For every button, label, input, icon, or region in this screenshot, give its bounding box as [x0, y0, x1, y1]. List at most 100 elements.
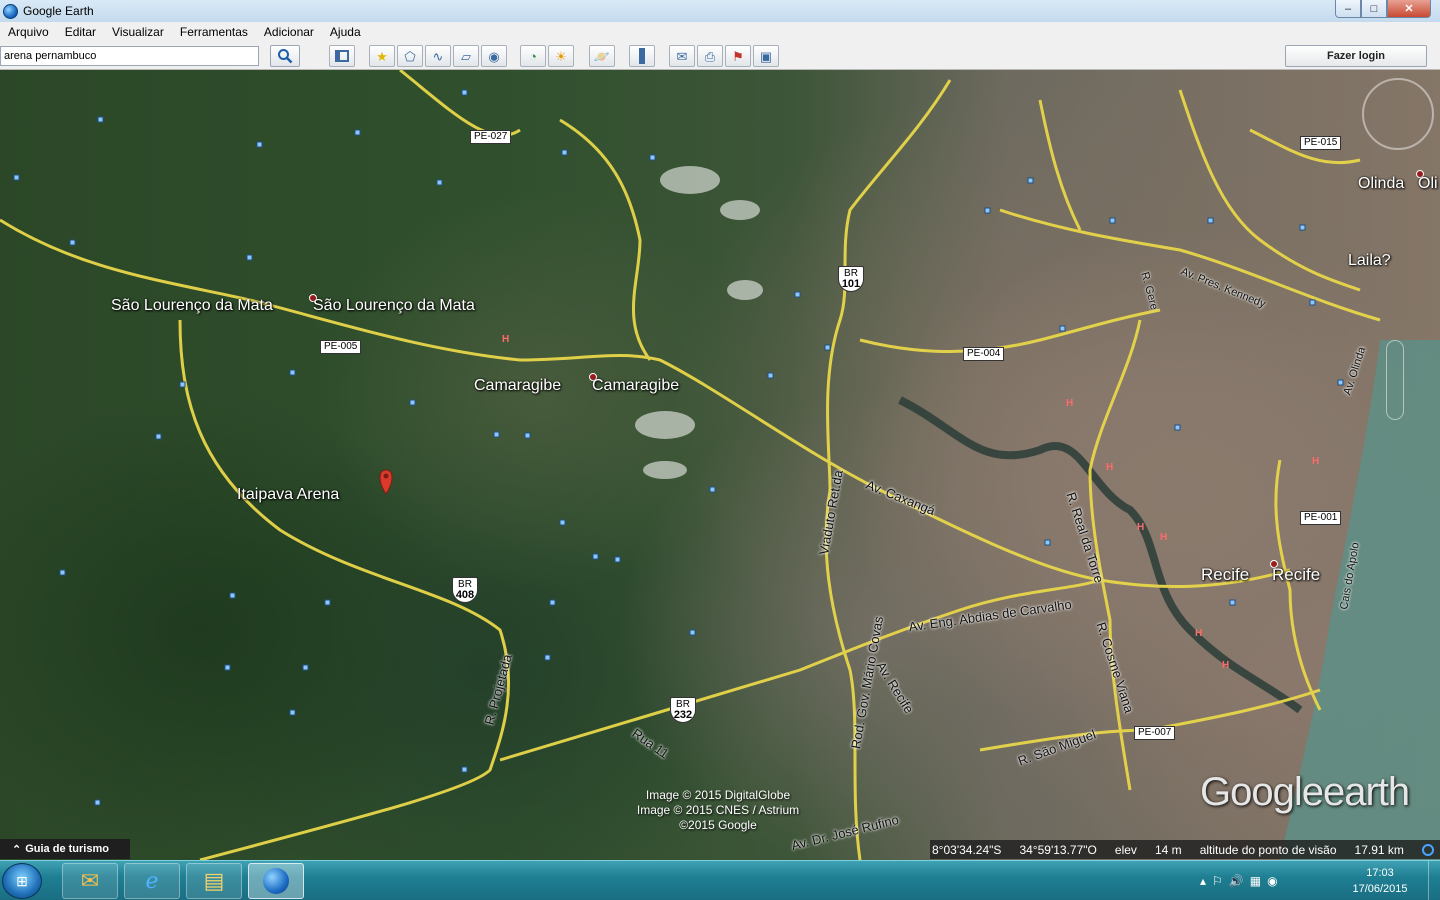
elevation-value: 14 m [1154, 842, 1182, 857]
menu-editar[interactable]: Editar [57, 25, 104, 39]
tour-guide-tab[interactable]: ⌃ Guia de turismo [0, 839, 130, 859]
google-maps-icon: ⚑ [732, 48, 744, 64]
eye-altitude-label: altitude do ponto de visão [1199, 842, 1337, 857]
maximize-button[interactable]: □ [1361, 0, 1387, 18]
place-label[interactable]: Camaragibe [592, 377, 679, 395]
add-image-overlay-button[interactable]: ▱ [453, 45, 479, 67]
place-label[interactable]: Recife [1272, 565, 1320, 585]
place-label[interactable]: Camaragibe [474, 377, 561, 395]
place-label[interactable]: São Lourenço da Mata [111, 297, 273, 315]
clock-date: 17/06/2015 [1352, 883, 1408, 895]
toolbar: ★ ⬠ ∿ ▱ ◉ ◔ ☀ 🪐 ✉ ⎙ ⚑ ▣ Fazer login [0, 42, 1440, 70]
svg-text:H: H [1137, 522, 1144, 533]
volume-icon[interactable]: 🔊 [1229, 874, 1244, 888]
historical-imagery-icon: ◔ [529, 48, 537, 64]
elevation-label: elev [1114, 842, 1137, 857]
login-button[interactable]: Fazer login [1285, 45, 1427, 67]
search-button[interactable] [270, 45, 300, 67]
menu-bar: Arquivo Editar Visualizar Ferramentas Ad… [0, 22, 1440, 42]
planets-button[interactable]: 🪐 [589, 45, 615, 67]
taskbar-outlook[interactable]: ✉ [62, 863, 118, 899]
ruler-icon [639, 48, 645, 64]
window-controls: ‒ □ ✕ [1335, 0, 1431, 18]
menu-arquivo[interactable]: Arquivo [0, 25, 57, 39]
map-view[interactable]: H H H H H H H H São Lourenço da Mata São Loure… [0, 70, 1440, 860]
navigation-compass[interactable] [1362, 78, 1434, 150]
save-image-button[interactable]: ▣ [753, 45, 779, 67]
taskbar-google-earth[interactable] [248, 863, 304, 899]
svg-text:H: H [1106, 462, 1113, 473]
br-shield: BR 408 [452, 577, 478, 603]
chevron-up-icon: ⌃ [12, 843, 22, 856]
print-button[interactable]: ⎙ [697, 45, 723, 67]
taskbar-clock[interactable]: 17:03 17/06/2015 [1345, 865, 1415, 897]
system-tray: ▴ ⚐ 🔊 ▦ ◉ [1200, 861, 1278, 900]
place-label[interactable]: Olinda [1358, 175, 1404, 193]
polygon-icon: ⬠ [404, 48, 416, 64]
view-in-google-maps-button[interactable]: ⚑ [725, 45, 751, 67]
menu-adicionar[interactable]: Adicionar [256, 25, 322, 39]
search-input[interactable] [0, 46, 259, 66]
historical-imagery-button[interactable]: ◔ [520, 45, 546, 67]
file-explorer-icon: ▤ [203, 868, 225, 893]
print-icon: ⎙ [704, 48, 716, 64]
add-placemark-button[interactable]: ★ [369, 45, 395, 67]
add-polygon-button[interactable]: ⬠ [397, 45, 423, 67]
menu-ferramentas[interactable]: Ferramentas [172, 25, 256, 39]
search-icon [278, 49, 293, 64]
location-pin-icon[interactable] [379, 469, 393, 495]
show-desktop-button[interactable] [1428, 861, 1440, 900]
start-button[interactable]: ⊞ [2, 863, 42, 899]
taskbar-file-explorer[interactable]: ▤ [186, 863, 242, 899]
place-label[interactable]: Recife [1201, 565, 1249, 585]
windows-logo-icon: ⊞ [16, 872, 28, 889]
google-earth-icon [3, 3, 18, 19]
network-icon[interactable]: ▦ [1250, 874, 1261, 888]
tray-expand-icon[interactable]: ▴ [1200, 874, 1206, 888]
email-icon: ✉ [676, 48, 688, 64]
ruler-button[interactable] [629, 45, 655, 67]
route-shield: PE-004 [963, 347, 1005, 361]
longitude: 34°59'13.77"O [1019, 842, 1097, 857]
place-label[interactable]: São Lourenço da Mata [313, 297, 475, 315]
svg-text:H: H [1160, 532, 1167, 543]
planets-icon: 🪐 [593, 48, 611, 64]
antivirus-icon[interactable]: ◉ [1267, 874, 1277, 888]
add-path-button[interactable]: ∿ [425, 45, 451, 67]
placemark-icon: ★ [376, 48, 388, 64]
path-icon: ∿ [432, 48, 444, 64]
taskbar-internet-explorer[interactable]: e [124, 863, 180, 899]
svg-text:H: H [1222, 660, 1229, 671]
route-shield: PE-015 [1300, 136, 1342, 150]
streaming-indicator-icon [1421, 843, 1434, 856]
route-shield: PE-001 [1300, 511, 1342, 525]
place-label[interactable]: Oli [1418, 175, 1438, 193]
sidebar-toggle-button[interactable] [329, 45, 355, 67]
itaipava-arena-label[interactable]: Itaipava Arena [237, 486, 339, 504]
close-button[interactable]: ✕ [1387, 0, 1431, 18]
sunlight-button[interactable]: ☀ [548, 45, 574, 67]
br-shield: BR 101 [838, 266, 864, 292]
taskbar: ⊞ ✉ e ▤ ▴ ⚐ 🔊 ▦ ◉ 17:03 17/06/2015 [0, 860, 1440, 900]
place-label[interactable]: Laila? [1348, 252, 1391, 270]
flag-icon[interactable]: ⚐ [1212, 874, 1223, 888]
river [898, 396, 1303, 714]
svg-text:H: H [1312, 456, 1319, 467]
route-shield: PE-027 [470, 130, 512, 144]
clock-time: 17:03 [1366, 867, 1394, 879]
latitude: 8°03'34.24"S [932, 842, 1002, 857]
record-tour-icon: ◉ [488, 48, 500, 64]
email-button[interactable]: ✉ [669, 45, 695, 67]
google-earth-icon [263, 868, 289, 894]
zoom-slider[interactable] [1386, 340, 1404, 420]
minimize-button[interactable]: ‒ [1335, 0, 1361, 18]
title-bar: Google Earth ‒ □ ✕ [0, 0, 1440, 22]
svg-text:H: H [1195, 628, 1202, 639]
route-shield: PE-005 [320, 340, 362, 354]
menu-visualizar[interactable]: Visualizar [104, 25, 172, 39]
record-tour-button[interactable]: ◉ [481, 45, 507, 67]
menu-ajuda[interactable]: Ajuda [322, 25, 369, 39]
svg-text:H: H [502, 334, 509, 345]
image-overlay-icon: ▱ [461, 48, 471, 64]
eye-altitude-value: 17.91 km [1354, 842, 1404, 857]
